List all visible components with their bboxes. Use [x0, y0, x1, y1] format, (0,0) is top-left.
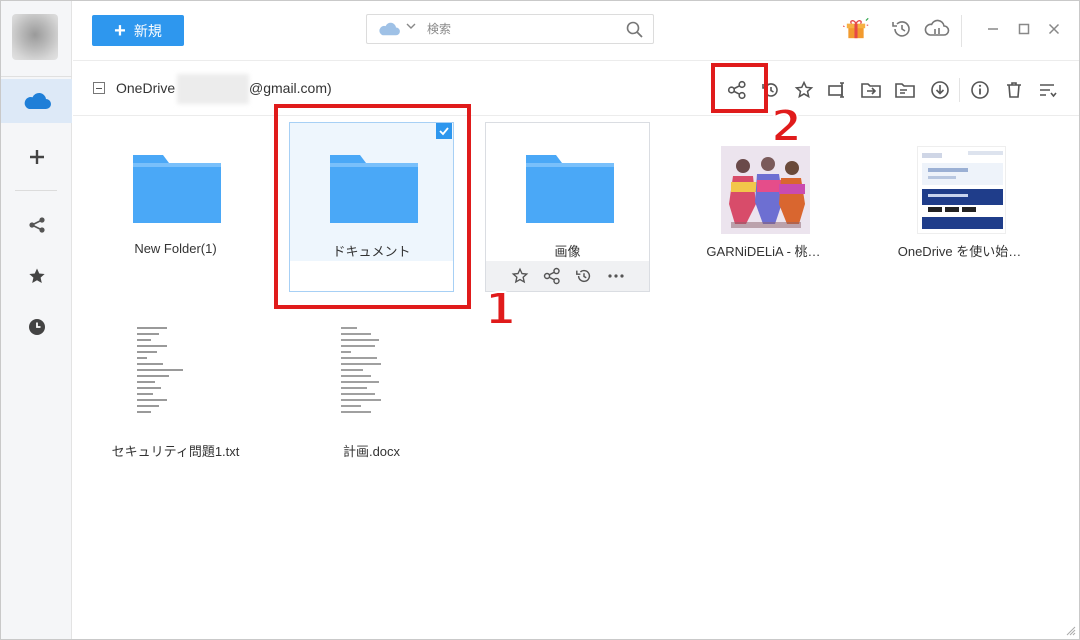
- close-button[interactable]: [1044, 19, 1064, 39]
- history-icon[interactable]: [889, 16, 915, 42]
- sidebar: [1, 1, 72, 639]
- move-button[interactable]: [859, 78, 883, 102]
- resize-grip-icon[interactable]: [1066, 626, 1076, 636]
- copy-to-icon: [895, 83, 915, 98]
- maximize-icon: [1018, 23, 1030, 35]
- clock-icon: [28, 319, 45, 335]
- info-icon: [971, 81, 989, 99]
- file-name: 画像: [554, 244, 581, 259]
- sidebar-item-onedrive[interactable]: [1, 79, 72, 123]
- path-bar: OneDrive @gmail.com): [73, 62, 1079, 116]
- star-outline-icon[interactable]: [511, 267, 529, 285]
- minimize-button[interactable]: [983, 19, 1003, 39]
- drive-label: OneDrive: [116, 80, 176, 96]
- rename-icon: [828, 82, 844, 98]
- annotation-number-1: 1: [484, 283, 517, 336]
- top-toolbar: + 新規: [73, 1, 1079, 61]
- history-icon[interactable]: [575, 267, 593, 285]
- favorite-action-button[interactable]: [792, 78, 816, 102]
- sidebar-item-favorites[interactable]: [1, 254, 72, 298]
- file-name: 計画.docx: [342, 444, 401, 459]
- image-thumbnail: [721, 146, 810, 234]
- avatar[interactable]: [12, 14, 58, 60]
- app-window: + 新規 検索 OneDrive @gmail.com) New Folder(…: [0, 0, 1080, 640]
- share-icon[interactable]: [543, 267, 561, 285]
- info-button[interactable]: [968, 78, 992, 102]
- file-tile[interactable]: GARNiDELiA - 桃…: [681, 123, 846, 293]
- search-icon[interactable]: [626, 21, 643, 41]
- new-button[interactable]: + 新規: [92, 15, 184, 46]
- text-file-thumbnail: [133, 323, 222, 423]
- search-box: [366, 14, 654, 44]
- document-thumbnail: [329, 323, 418, 423]
- file-tile[interactable]: OneDrive を使い始…: [877, 123, 1042, 293]
- annotation-box-2: [711, 63, 768, 113]
- file-name: New Folder(1): [134, 241, 217, 256]
- share-icon: [28, 217, 45, 233]
- account-email: @gmail.com): [249, 80, 332, 96]
- annotation-box-1: [274, 104, 471, 309]
- search-input[interactable]: [427, 19, 617, 39]
- more-icon[interactable]: [607, 267, 625, 285]
- toolbar-divider: [961, 15, 962, 47]
- cloud-icon: [24, 92, 51, 109]
- cloud-icon[interactable]: [377, 22, 401, 39]
- minimize-icon: [988, 28, 998, 30]
- new-button-label: 新規: [133, 22, 162, 39]
- sort-icon: [1040, 84, 1057, 98]
- plus-icon: [29, 150, 44, 164]
- cloud-sync-icon[interactable]: [924, 16, 950, 42]
- delete-button[interactable]: [1002, 78, 1026, 102]
- file-tile[interactable]: 計画.docx: [289, 323, 454, 493]
- folder-icon: [526, 155, 614, 223]
- file-tile-hovered[interactable]: 画像: [485, 122, 650, 292]
- redacted-account: [177, 74, 249, 104]
- maximize-button[interactable]: [1014, 19, 1034, 39]
- star-icon: [28, 268, 45, 283]
- sidebar-item-share[interactable]: [1, 203, 72, 247]
- file-name: セキュリティ問題1.txt: [111, 444, 240, 459]
- file-tile[interactable]: New Folder(1): [93, 123, 258, 293]
- sort-button[interactable]: [1035, 78, 1059, 102]
- chevron-down-icon[interactable]: [406, 21, 416, 34]
- file-name: GARNiDELiA - 桃…: [706, 244, 821, 259]
- image-thumbnail: [917, 146, 1006, 234]
- trash-icon: [1007, 82, 1021, 98]
- star-outline-icon: [794, 80, 814, 99]
- action-divider: [959, 78, 960, 102]
- file-tile[interactable]: セキュリティ問題1.txt: [93, 323, 258, 493]
- download-button[interactable]: [928, 78, 952, 102]
- sidebar-item-add[interactable]: [1, 135, 72, 179]
- gift-icon[interactable]: [843, 16, 869, 42]
- copy-to-button[interactable]: [893, 78, 917, 102]
- download-icon: [931, 81, 949, 99]
- sidebar-divider: [1, 76, 72, 77]
- collapse-toggle[interactable]: [93, 82, 105, 94]
- sidebar-divider: [15, 190, 57, 191]
- move-to-folder-icon: [861, 83, 881, 98]
- close-icon: [1048, 23, 1060, 35]
- rename-button[interactable]: [825, 78, 849, 102]
- file-name: OneDrive を使い始…: [897, 244, 1022, 259]
- folder-icon: [133, 155, 221, 223]
- annotation-number-2: 2: [770, 100, 803, 153]
- sidebar-item-recent[interactable]: [1, 305, 72, 349]
- plus-icon: +: [114, 19, 126, 42]
